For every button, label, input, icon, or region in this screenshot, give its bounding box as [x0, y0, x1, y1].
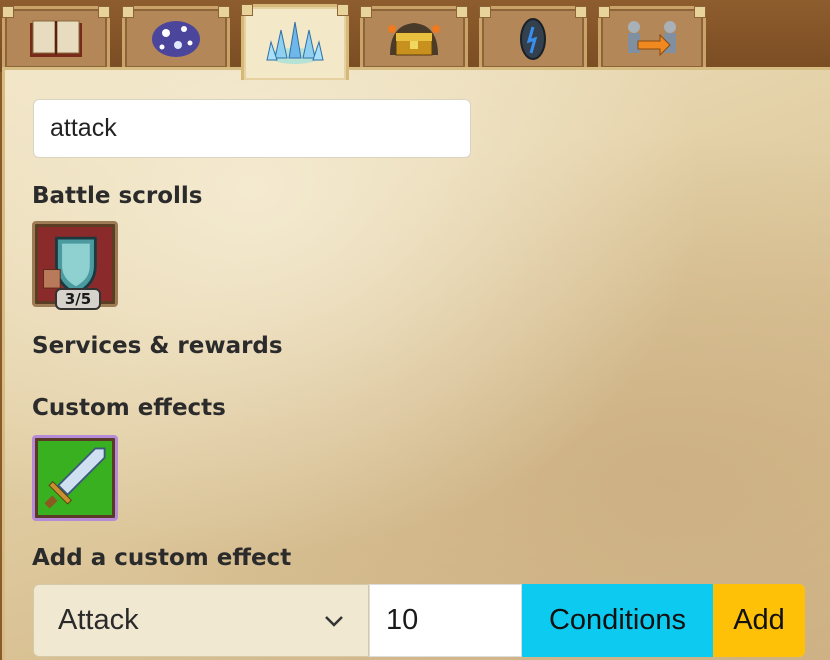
effect-value-input[interactable]: 10 — [369, 584, 522, 657]
effect-select[interactable]: Attack — [33, 584, 369, 657]
add-button[interactable]: Add — [713, 584, 805, 657]
conditions-button[interactable]: Conditions — [522, 584, 713, 657]
knights-transfer-icon — [628, 20, 676, 56]
effect-select-value: Attack — [58, 604, 139, 636]
treasure-chest-icon — [388, 22, 440, 55]
custom-effect-item[interactable] — [32, 435, 118, 521]
book-icon — [30, 20, 82, 57]
battle-scrolls-heading: Battle scrolls — [32, 183, 203, 209]
sparkles-icon — [152, 20, 200, 57]
battle-scroll-item[interactable]: 3/5 — [32, 221, 118, 310]
tab-rune[interactable] — [479, 6, 587, 68]
tab-book[interactable] — [2, 6, 110, 68]
services-rewards-heading: Services & rewards — [32, 333, 283, 359]
search-input[interactable]: attack — [33, 99, 471, 158]
tab-knights[interactable] — [598, 6, 706, 68]
rune-stone-icon — [520, 17, 546, 60]
tab-crystals[interactable] — [241, 4, 349, 80]
custom-effects-heading: Custom effects — [32, 395, 226, 421]
tab-bar — [0, 0, 830, 80]
add-custom-effect-heading: Add a custom effect — [32, 545, 292, 571]
crystals-icon — [266, 21, 324, 64]
tab-sparkles[interactable] — [122, 6, 230, 68]
tab-treasure[interactable] — [360, 6, 468, 68]
add-effect-form: Attack 10 Conditions Add — [33, 584, 805, 657]
chevron-down-icon — [325, 615, 343, 627]
scroll-count-badge: 3/5 — [55, 288, 101, 310]
sword-icon — [38, 441, 112, 515]
main-panel: attack Battle scrolls 3/5 Services & rew… — [2, 67, 830, 660]
